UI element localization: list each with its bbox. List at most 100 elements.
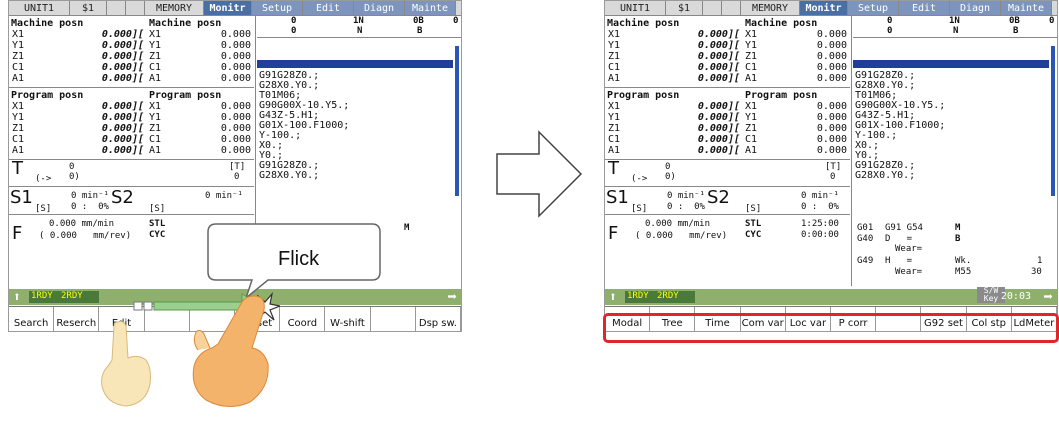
tool-letter: T xyxy=(608,158,619,179)
arrow-up-icon[interactable]: ⬆ xyxy=(609,290,617,305)
menu-dsp-sw[interactable]: Dsp sw. xyxy=(416,307,461,331)
program-text: G91G28Z0.; G28X0.Y0.; T01M06; G90G00X-10… xyxy=(259,70,350,181)
tab-setup[interactable]: Setup xyxy=(848,1,899,15)
axis-name: A1 xyxy=(608,145,621,156)
tab-edit[interactable]: Edit xyxy=(303,1,354,15)
tool-bracket: [T] xyxy=(229,162,246,172)
stl-label: STL xyxy=(149,219,166,229)
prog-header-value: 0B xyxy=(413,16,424,26)
axis-value: 0.000 xyxy=(816,51,847,62)
axis-name: C1 xyxy=(745,134,758,145)
axis-value: 0.000 xyxy=(816,123,847,134)
tab-edit[interactable]: Edit xyxy=(899,1,950,15)
axis-name: Y1 xyxy=(608,112,621,123)
top-tab-bar: UNIT1 $1 MEMORY Monitr Setup Edit Diagn … xyxy=(605,1,1057,16)
spindle-2-sub: [S] xyxy=(745,204,762,214)
divider xyxy=(605,87,850,88)
tab-diagn[interactable]: Diagn xyxy=(950,1,1001,15)
tool-value: 0 xyxy=(69,162,75,172)
tool-arrow: (-> xyxy=(35,174,52,184)
blank-cell xyxy=(107,1,126,15)
program-posn-title-right: Program posn xyxy=(149,90,222,101)
program-cursor-bar xyxy=(257,60,453,68)
flick-label: Flick xyxy=(278,248,320,270)
menu-coord[interactable]: Coord xyxy=(280,307,326,331)
spindle-1-rpm: 0 min⁻¹ xyxy=(71,191,109,201)
menu-search[interactable]: Search xyxy=(9,307,55,331)
axis-value: 0.000 xyxy=(816,145,847,156)
arrow-right-icon[interactable]: ➡ xyxy=(1043,287,1053,306)
transition-arrow-icon xyxy=(496,130,583,218)
prog-header-value: 0B xyxy=(1009,16,1020,26)
axis-name: A1 xyxy=(745,145,758,156)
axis-name: Z1 xyxy=(745,123,758,134)
axis-name: A1 xyxy=(608,73,621,84)
ready-1: 1RDY xyxy=(31,291,53,301)
program-scrollbar[interactable] xyxy=(455,46,459,196)
menu-research[interactable]: Reserch xyxy=(54,307,100,331)
axis-name: X1 xyxy=(608,101,621,112)
tool-value: 0 xyxy=(665,162,671,172)
machine-posn-title-right: Machine posn xyxy=(149,18,222,29)
unit-label: UNIT1 xyxy=(9,1,70,15)
tool-bracket: [T] xyxy=(825,162,842,172)
spindle-1-sub: [S] xyxy=(631,204,648,214)
prog-header-value: 1N xyxy=(353,16,364,26)
menu-w-shift[interactable]: W-shift xyxy=(325,307,371,331)
prog-header-value: 0 xyxy=(887,26,893,36)
axis-name: Y1 xyxy=(149,112,162,123)
position-panel: Machine posn Machine posn X1 0.000][X1 0.0… xyxy=(605,16,850,266)
modal-d: D = xyxy=(885,234,913,244)
machine-posn-title: Machine posn xyxy=(607,18,680,29)
axis-name: X1 xyxy=(608,29,621,40)
axis-name: C1 xyxy=(608,62,621,73)
mode-label: MEMORY xyxy=(741,1,800,15)
arrow-right-icon[interactable]: ➡ xyxy=(447,287,457,306)
menu-empty[interactable] xyxy=(371,307,416,331)
modal-m55-value: 30 xyxy=(1031,267,1042,277)
hand-end-icon xyxy=(192,295,269,407)
feed-rev: ( 0.000 mm/rev) xyxy=(39,231,132,241)
axis-value: 0.000][ xyxy=(697,101,740,112)
axis-name: Y1 xyxy=(608,40,621,51)
tab-monitor[interactable]: Monitr xyxy=(800,1,848,15)
arrow-up-icon[interactable]: ⬆ xyxy=(13,290,21,305)
axis-value: 0.000 xyxy=(220,40,251,51)
spindle-1-pct: 0 : 0% xyxy=(71,202,109,212)
tab-diagn[interactable]: Diagn xyxy=(354,1,405,15)
modal-m55: M55 xyxy=(955,267,972,277)
tab-mainte[interactable]: Mainte xyxy=(405,1,456,15)
divider xyxy=(257,37,461,38)
prog-header-value: B xyxy=(417,26,423,36)
program-posn-title: Program posn xyxy=(11,90,84,101)
blank-cell xyxy=(722,1,741,15)
program-display: 0 0 1N N 0B B 0 G91G28Z0.; G28X0.Y0.; T0… xyxy=(853,16,1057,196)
ready-indicator: 1RDY 2RDY xyxy=(29,291,99,303)
spindle-2-rpm: 0 min⁻¹ xyxy=(801,191,839,201)
modal-wear-2: Wear= xyxy=(895,267,923,277)
feed-rate: 0.000 mm/min xyxy=(49,219,115,229)
prog-header-value: N xyxy=(953,26,959,36)
axis-name: A1 xyxy=(149,145,162,156)
spindle-1-rpm: 0 min⁻¹ xyxy=(667,191,705,201)
tab-monitor[interactable]: Monitr xyxy=(204,1,252,15)
feed-rate: 0.000 mm/min xyxy=(645,219,711,229)
tab-mainte[interactable]: Mainte xyxy=(1001,1,1052,15)
ready-indicator: 1RDY 2RDY xyxy=(625,291,695,303)
stl-value: 1:25:00 xyxy=(801,219,839,229)
cyc-value: 0:00:00 xyxy=(801,230,839,240)
spindle-2-label: S2 xyxy=(707,187,730,208)
program-scrollbar[interactable] xyxy=(1051,46,1055,196)
panel-divider xyxy=(851,16,852,286)
tab-setup[interactable]: Setup xyxy=(252,1,303,15)
spindle-1-label: S1 xyxy=(10,187,33,208)
prog-header-value: 1N xyxy=(949,16,960,26)
prog-header-value: 0 xyxy=(291,26,297,36)
axis-name: C1 xyxy=(608,134,621,145)
stl-label: STL xyxy=(745,219,762,229)
tool-value-2: 0) xyxy=(69,172,80,182)
axis-name: Z1 xyxy=(608,51,621,62)
spindle-2-sub: [S] xyxy=(149,204,166,214)
system-label: $1 xyxy=(70,1,107,15)
prog-header-value: 0 xyxy=(1049,16,1055,26)
